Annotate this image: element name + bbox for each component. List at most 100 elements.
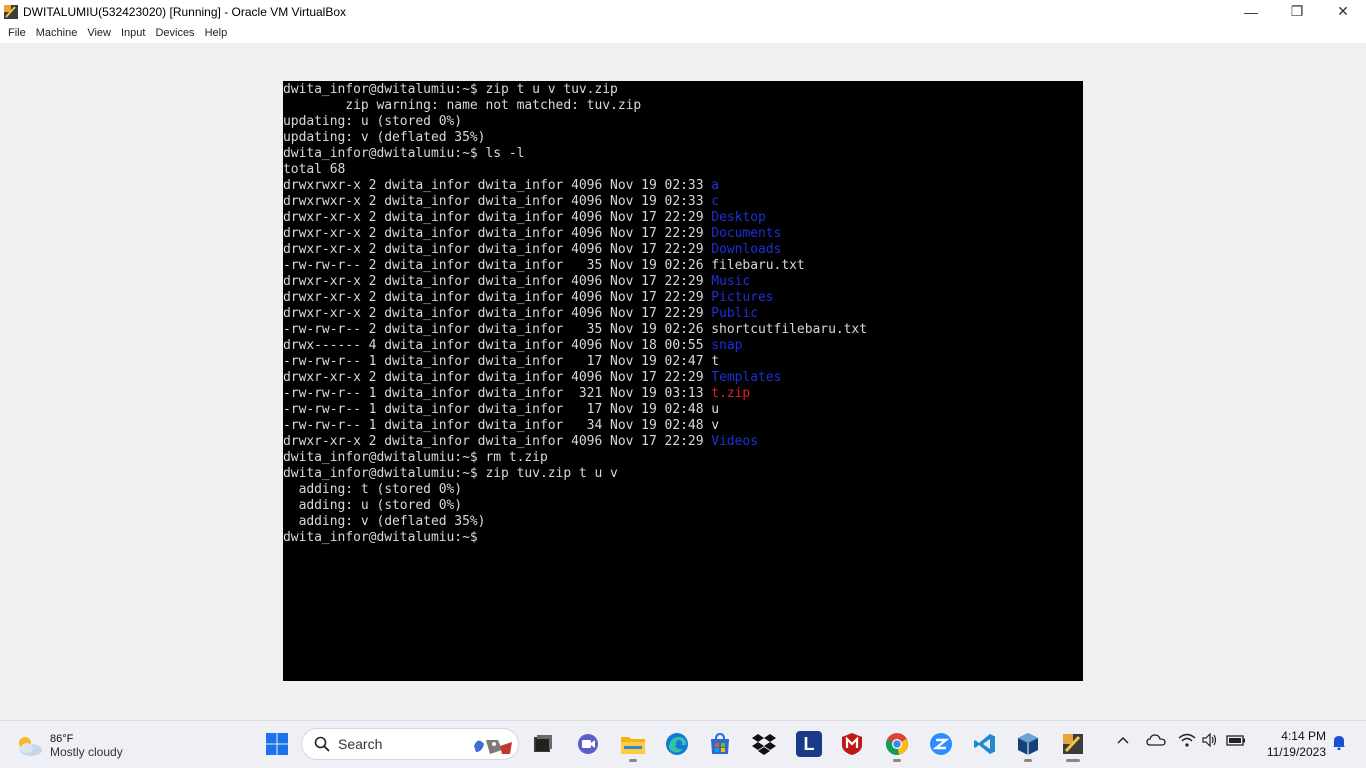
terminal-filename: a bbox=[711, 178, 720, 193]
start-icon[interactable] bbox=[264, 731, 290, 757]
weather-widget[interactable]: 86°F Mostly cloudy bbox=[14, 729, 144, 763]
terminal-filename: Desktop bbox=[711, 210, 766, 225]
terminal-line: drwxr-xr-x 2 dwita_infor dwita_infor 409… bbox=[283, 226, 1083, 242]
terminal-filename: Music bbox=[711, 274, 751, 289]
search-placeholder: Search bbox=[338, 736, 383, 752]
menu-view[interactable]: View bbox=[82, 27, 116, 39]
terminal-text: -rw-rw-r-- 2 dwita_infor dwita_infor 35 … bbox=[283, 258, 805, 273]
system-clock[interactable]: 4:14 PM 11/19/2023 bbox=[1254, 728, 1326, 760]
terminal-text: drwxr-xr-x 2 dwita_infor dwita_infor 409… bbox=[283, 306, 712, 321]
restore-button[interactable]: ❐ bbox=[1274, 0, 1320, 23]
terminal-text: updating: u (stored 0%) bbox=[283, 114, 463, 129]
terminal-line: total 68 bbox=[283, 162, 1083, 178]
terminal-text: drwxr-xr-x 2 dwita_infor dwita_infor 409… bbox=[283, 242, 712, 257]
terminal-text: dwita_infor@dwitalumiu:~$ bbox=[283, 530, 478, 545]
virtualbox-vm-icon bbox=[3, 4, 19, 20]
vm-terminal-screen[interactable]: dwita_infor@dwitalumiu:~$ zip t u v tuv.… bbox=[283, 81, 1083, 681]
taskbar-search[interactable]: Search bbox=[301, 728, 519, 760]
terminal-line: dwita_infor@dwitalumiu:~$ ls -l bbox=[283, 146, 1083, 162]
terminal-text: drwxr-xr-x 2 dwita_infor dwita_infor 409… bbox=[283, 434, 712, 449]
vscode-icon[interactable] bbox=[972, 731, 998, 757]
terminal-filename: Downloads bbox=[711, 242, 782, 257]
terminal-line: updating: v (deflated 35%) bbox=[283, 130, 1083, 146]
mcafee-icon[interactable] bbox=[839, 731, 865, 757]
terminal-text: drwxr-xr-x 2 dwita_infor dwita_infor 409… bbox=[283, 210, 712, 225]
wifi-icon[interactable] bbox=[1178, 733, 1196, 750]
minimize-button[interactable]: — bbox=[1228, 0, 1274, 23]
terminal-filename: Public bbox=[711, 306, 759, 321]
terminal-filename: snap bbox=[711, 338, 743, 353]
terminal-text: -rw-rw-r-- 1 dwita_infor dwita_infor 17 … bbox=[283, 354, 720, 369]
chevron-up-icon[interactable] bbox=[1116, 733, 1130, 750]
terminal-line: drwxr-xr-x 2 dwita_infor dwita_infor 409… bbox=[283, 210, 1083, 226]
terminal-line: dwita_infor@dwitalumiu:~$ bbox=[283, 530, 1083, 546]
terminal-filename: c bbox=[711, 194, 720, 209]
terminal-text: updating: v (deflated 35%) bbox=[283, 130, 486, 145]
terminal-filename: t.zip bbox=[711, 386, 751, 401]
terminal-line: zip warning: name not matched: tuv.zip bbox=[283, 98, 1083, 114]
window-title: DWITALUMIU(532423020) [Running] - Oracle… bbox=[23, 4, 347, 19]
notification-bell-icon[interactable] bbox=[1331, 734, 1347, 753]
terminal-text: dwita_infor@dwitalumiu:~$ rm t.zip bbox=[283, 450, 548, 465]
terminal-text: drwxr-xr-x 2 dwita_infor dwita_infor 409… bbox=[283, 226, 712, 241]
terminal-line: drwxr-xr-x 2 dwita_infor dwita_infor 409… bbox=[283, 370, 1083, 386]
terminal-text: drwxr-xr-x 2 dwita_infor dwita_infor 409… bbox=[283, 274, 712, 289]
terminal-filename: Videos bbox=[711, 434, 759, 449]
store-icon[interactable] bbox=[707, 731, 733, 757]
meet-icon[interactable] bbox=[575, 731, 601, 757]
terminal-text: zip warning: name not matched: tuv.zip bbox=[283, 98, 642, 113]
terminal-filename: Documents bbox=[711, 226, 782, 241]
terminal-text: dwita_infor@dwitalumiu:~$ ls -l bbox=[283, 146, 525, 161]
edge-icon[interactable] bbox=[664, 731, 690, 757]
chrome-icon[interactable] bbox=[884, 731, 910, 762]
terminal-line: -rw-rw-r-- 2 dwita_infor dwita_infor 35 … bbox=[283, 322, 1083, 338]
terminal-line: drwxrwxr-x 2 dwita_infor dwita_infor 409… bbox=[283, 194, 1083, 210]
terminal-text: dwita_infor@dwitalumiu:~$ zip t u v tuv.… bbox=[283, 82, 618, 97]
terminal-line: drwxr-xr-x 2 dwita_infor dwita_infor 409… bbox=[283, 242, 1083, 258]
clock-time: 4:14 PM bbox=[1281, 729, 1326, 743]
title-bar: DWITALUMIU(532423020) [Running] - Oracle… bbox=[0, 0, 1366, 23]
menu-machine[interactable]: Machine bbox=[31, 27, 83, 39]
terminal-filename: Templates bbox=[711, 370, 782, 385]
search-icon bbox=[314, 736, 330, 752]
file-explorer-icon[interactable] bbox=[620, 731, 646, 762]
terminal-line: drwxr-xr-x 2 dwita_infor dwita_infor 409… bbox=[283, 274, 1083, 290]
search-highlight-icon bbox=[470, 732, 514, 758]
partly-cloudy-icon bbox=[14, 734, 44, 758]
menu-bar: File Machine View Input Devices Help bbox=[0, 23, 1366, 43]
terminal-line: dwita_infor@dwitalumiu:~$ rm t.zip bbox=[283, 450, 1083, 466]
clock-date: 11/19/2023 bbox=[1266, 745, 1326, 759]
terminal-line: adding: u (stored 0%) bbox=[283, 498, 1083, 514]
terminal-line: dwita_infor@dwitalumiu:~$ zip tuv.zip t … bbox=[283, 466, 1083, 482]
terminal-line: drwxr-xr-x 2 dwita_infor dwita_infor 409… bbox=[283, 306, 1083, 322]
dropbox-icon[interactable] bbox=[751, 731, 777, 757]
onedrive-icon[interactable] bbox=[1146, 733, 1166, 750]
terminal-line: drwxr-xr-x 2 dwita_infor dwita_infor 409… bbox=[283, 434, 1083, 450]
weather-description: Mostly cloudy bbox=[50, 745, 123, 759]
volume-icon[interactable] bbox=[1202, 732, 1218, 750]
task-view-icon[interactable] bbox=[530, 731, 556, 757]
weather-temperature: 86°F bbox=[50, 733, 74, 745]
terminal-text: adding: v (deflated 35%) bbox=[283, 514, 486, 529]
zoom-icon[interactable] bbox=[928, 731, 954, 757]
menu-devices[interactable]: Devices bbox=[150, 27, 199, 39]
terminal-line: -rw-rw-r-- 1 dwita_infor dwita_infor 321… bbox=[283, 386, 1083, 402]
terminal-text: -rw-rw-r-- 1 dwita_infor dwita_infor 34 … bbox=[283, 418, 720, 433]
close-button[interactable]: ✕ bbox=[1320, 0, 1366, 23]
terminal-line: -rw-rw-r-- 1 dwita_infor dwita_infor 34 … bbox=[283, 418, 1083, 434]
menu-help[interactable]: Help bbox=[200, 27, 233, 39]
terminal-text: adding: u (stored 0%) bbox=[283, 498, 463, 513]
menu-file[interactable]: File bbox=[3, 27, 31, 39]
terminal-text: adding: t (stored 0%) bbox=[283, 482, 463, 497]
terminal-line: adding: t (stored 0%) bbox=[283, 482, 1083, 498]
taskbar: 86°F Mostly cloudy Search L 4:14 PM 11/1… bbox=[0, 720, 1366, 768]
menu-input[interactable]: Input bbox=[116, 27, 150, 39]
battery-icon[interactable] bbox=[1226, 733, 1246, 750]
terminal-text: drwxrwxr-x 2 dwita_infor dwita_infor 409… bbox=[283, 194, 712, 209]
terminal-line: -rw-rw-r-- 1 dwita_infor dwita_infor 17 … bbox=[283, 402, 1083, 418]
terminal-line: -rw-rw-r-- 2 dwita_infor dwita_infor 35 … bbox=[283, 258, 1083, 274]
terminal-line: dwita_infor@dwitalumiu:~$ zip t u v tuv.… bbox=[283, 82, 1083, 98]
l-app-icon[interactable]: L bbox=[796, 731, 822, 757]
virtualbox-icon[interactable] bbox=[1015, 731, 1041, 762]
virtualbox-vm-icon[interactable] bbox=[1060, 731, 1086, 762]
